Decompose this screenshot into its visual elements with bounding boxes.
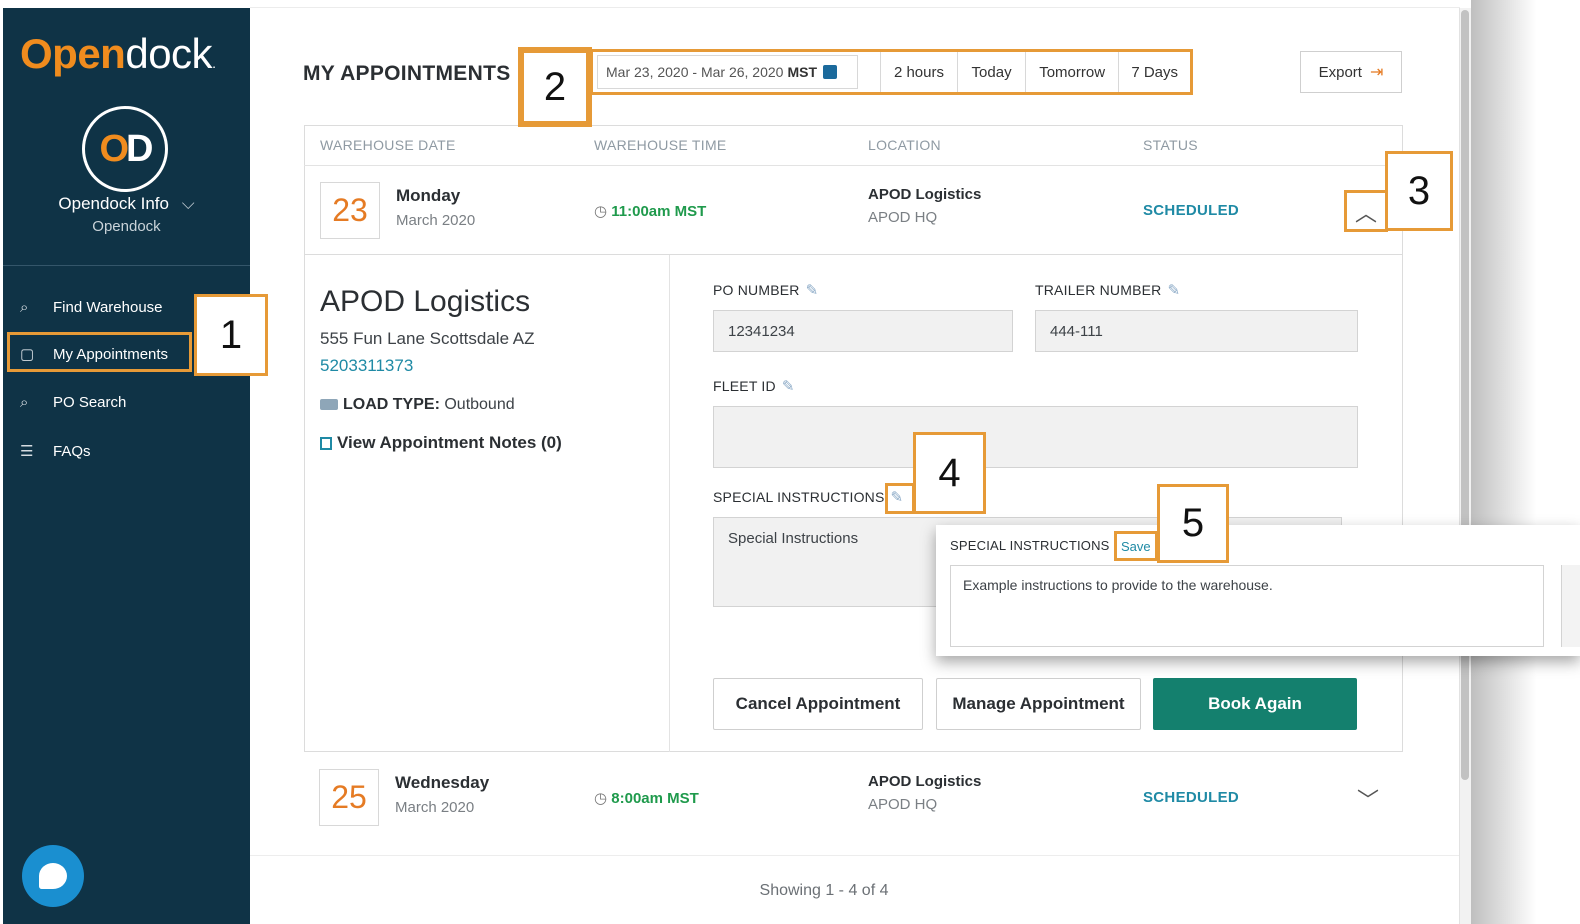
view-notes-link[interactable]: View Appointment Notes (0) [320,433,562,453]
pencil-icon[interactable]: ✎ [1167,282,1180,299]
date-range-toolbar: Mar 23, 2020 - Mar 26, 2020 MST 2 hours … [590,49,1193,95]
callout-number: 3 [1385,151,1453,231]
weekday: Monday [396,186,461,205]
org-switcher[interactable]: Opendock Info ⌵ [3,194,250,214]
sidebar-divider [3,265,250,266]
sidebar-item-po-search[interactable]: ⌕ PO Search [3,382,250,422]
export-icon: ⇥ [1369,64,1384,81]
search-icon: ⌕ [20,298,29,316]
fleet-id-label: FLEET ID ✎ [713,378,795,395]
org-subtitle: Opendock [92,218,161,235]
highlight-collapse-button [1344,190,1388,232]
sidebar-item-label: PO Search [53,393,127,411]
truck-icon [320,399,338,411]
sidebar-item-faqs[interactable]: ☰ FAQs [3,431,250,471]
callout-number: 5 [1157,484,1229,563]
highlight-save-link [1114,531,1158,561]
chevron-down-icon[interactable]: ﹀ [1357,783,1379,815]
window-shadow [1471,656,1580,924]
company-name: APOD Logistics [320,285,531,318]
top-edge [250,0,1460,8]
company-phone-link[interactable]: 5203311373 [320,356,413,376]
appointment-time: ◷ 8:00am MST [594,790,699,807]
location-name: APOD Logistics [868,186,982,203]
trailer-number-field[interactable]: 444-111 [1035,310,1358,352]
location-sub: APOD HQ [868,796,938,813]
callout-number: 1 [194,294,268,376]
po-number-label: PO NUMBER ✎ [713,282,819,299]
range-7-days-button[interactable]: 7 Days [1118,52,1190,92]
page-title: MY APPOINTMENTS [303,62,511,85]
clock-icon: ◷ [594,790,612,807]
chat-icon [39,863,67,889]
chevron-down-icon: ⌵ [181,194,195,213]
pagination-summary: Showing 1 - 4 of 4 [759,882,889,899]
clock-icon: ◷ [594,203,612,220]
popup-label: SPECIAL INSTRUCTIONS [950,538,1110,553]
location-name: APOD Logistics [868,773,982,790]
pencil-icon[interactable]: ✎ [782,378,795,395]
footer-divider [250,855,1460,856]
pencil-icon[interactable]: ✎ [806,282,819,299]
window-shadow [1471,0,1580,525]
export-button[interactable]: Export ⇥ [1300,51,1402,93]
faq-icon: ☰ [20,443,34,460]
chat-button[interactable] [22,845,84,907]
calendar-icon [823,65,837,79]
month: March 2020 [395,799,475,816]
appointments-table [304,125,1403,255]
column-header-date: WAREHOUSE DATE [320,137,456,153]
detail-divider [669,255,670,752]
status-badge: SCHEDULED [1143,202,1240,219]
column-header-time: WAREHOUSE TIME [594,137,727,153]
scrollbar-thumb[interactable] [1461,10,1469,780]
header-divider [304,165,1403,166]
popup-edge [1561,565,1580,647]
month: March 2020 [396,212,476,229]
trailer-number-label: TRAILER NUMBER ✎ [1035,282,1181,299]
opendock-logo[interactable]: Opendock. [20,30,216,78]
org-avatar: OD [82,106,168,192]
load-type: LOAD TYPE: Outbound [320,396,515,414]
special-instructions-textarea[interactable]: Example instructions to provide to the w… [950,565,1544,647]
cancel-appointment-button[interactable]: Cancel Appointment [713,678,923,730]
sidebar: Opendock. OD Opendock Info ⌵ Opendock ⌕ … [3,8,250,924]
callout-number: 4 [913,432,986,514]
book-again-button[interactable]: Book Again [1153,678,1357,730]
notes-icon [320,437,332,451]
highlight-my-appointments [7,332,192,372]
status-badge: SCHEDULED [1143,789,1240,806]
sidebar-item-label: FAQs [53,442,91,460]
date-range-picker[interactable]: Mar 23, 2020 - Mar 26, 2020 MST [597,55,858,89]
date-tile: 23 [320,182,380,239]
range-today-button[interactable]: Today [957,52,1025,92]
range-2-hours-button[interactable]: 2 hours [879,52,958,92]
manage-appointment-button[interactable]: Manage Appointment [936,678,1141,730]
highlight-edit-pencil [885,483,915,514]
company-address: 555 Fun Lane Scottsdale AZ [320,329,535,348]
sidebar-item-label: Find Warehouse [53,298,163,316]
appointment-time: ◷ 11:00am MST [594,203,707,220]
range-tomorrow-button[interactable]: Tomorrow [1024,52,1119,92]
date-tile: 25 [319,769,379,826]
weekday: Wednesday [395,773,490,792]
po-number-field[interactable]: 12341234 [713,310,1013,352]
special-instructions-label: SPECIAL INSTRUCTIONS ✎ [713,489,904,506]
column-header-location: LOCATION [868,137,941,153]
location-sub: APOD HQ [868,209,938,226]
column-header-status: STATUS [1143,137,1198,153]
callout-number: 2 [521,50,589,124]
search-icon: ⌕ [20,393,29,411]
fleet-id-field[interactable] [713,406,1358,468]
